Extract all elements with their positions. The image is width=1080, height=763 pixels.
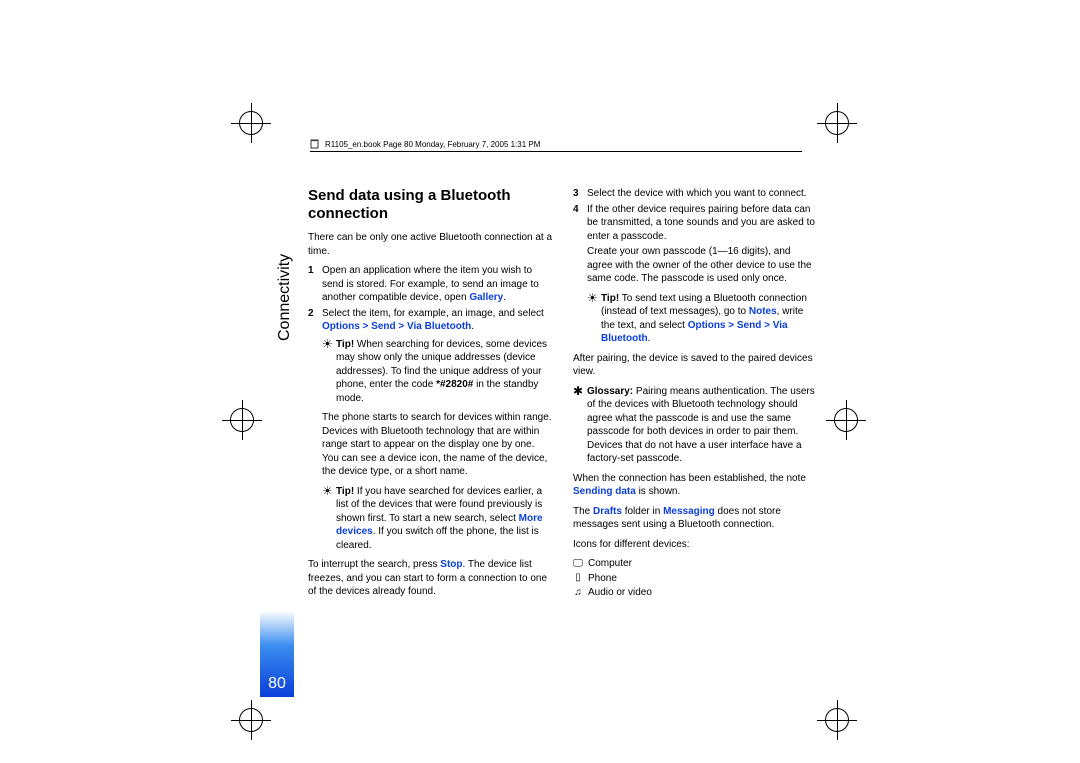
drafts-link: Drafts (593, 506, 622, 517)
glossary: ✱ Glossary: Pairing means authentication… (573, 385, 818, 466)
step-text: Select the item, for example, an image, … (322, 307, 553, 334)
step-text: Select the device with which you want to… (587, 187, 818, 201)
connection-note: When the connection has been established… (573, 472, 818, 499)
step-text: Open an application where the item you w… (322, 264, 553, 305)
icon-audio-video: ♫ Audio or video (573, 586, 818, 600)
registration-mark-icon (834, 408, 858, 432)
sidebar: Connectivity 80 (260, 181, 294, 701)
options-link: Options > Send > Via Bluetooth (322, 321, 471, 332)
registration-mark-icon (825, 708, 849, 732)
icons-title: Icons for different devices: (573, 538, 818, 552)
search-paragraph: The phone starts to search for devices w… (322, 411, 553, 479)
step-2: 2 Select the item, for example, an image… (308, 307, 553, 334)
tip-icon: ☀ (322, 485, 336, 553)
step-1: 1 Open an application where the item you… (308, 264, 553, 305)
page-frame: R1105_en.book Page 80 Monday, February 7… (260, 131, 832, 706)
intro-text: There can be only one active Bluetooth c… (308, 231, 553, 258)
step-3: 3 Select the device with which you want … (573, 187, 818, 201)
tip-3: ☀ Tip! To send text using a Bluetooth co… (587, 292, 818, 346)
icon-computer: 🖵 Computer (573, 557, 818, 571)
gallery-link: Gallery (469, 292, 503, 303)
tip-icon: ☀ (322, 338, 336, 406)
icon-phone: ▯ Phone (573, 572, 818, 586)
registration-mark-icon (239, 708, 263, 732)
page-number-badge: 80 (260, 611, 294, 697)
step-number: 3 (573, 187, 587, 201)
after-pairing: After pairing, the device is saved to th… (573, 352, 818, 379)
sending-data-text: Sending data (573, 486, 636, 497)
page-number: 80 (268, 675, 286, 693)
book-icon (310, 139, 320, 149)
step-number: 1 (308, 264, 322, 305)
phone-icon: ▯ (573, 573, 583, 583)
stop-paragraph: To interrupt the search, press Stop. The… (308, 558, 553, 599)
notes-link: Notes (749, 306, 777, 317)
step-number: 4 (573, 203, 587, 244)
drafts-note: The Drafts folder in Messaging does not … (573, 505, 818, 532)
content: Send data using a Bluetooth connection T… (308, 187, 818, 603)
step-4: 4 If the other device requires pairing b… (573, 203, 818, 244)
tip-icon: ☀ (587, 292, 601, 346)
section-label: Connectivity (276, 254, 294, 341)
section-title: Send data using a Bluetooth connection (308, 187, 553, 223)
step-number: 2 (308, 307, 322, 334)
messaging-link: Messaging (663, 506, 715, 517)
glossary-icon: ✱ (573, 385, 587, 466)
stop-link: Stop (440, 559, 462, 570)
registration-mark-icon (230, 408, 254, 432)
step-4b: Create your own passcode (1—16 digits), … (587, 245, 818, 286)
computer-icon: 🖵 (573, 559, 583, 569)
header-text: R1105_en.book Page 80 Monday, February 7… (325, 140, 540, 149)
tip-2: ☀ Tip! If you have searched for devices … (322, 485, 553, 553)
page-header: R1105_en.book Page 80 Monday, February 7… (310, 139, 802, 152)
tip-1: ☀ Tip! When searching for devices, some … (322, 338, 553, 406)
step-text: If the other device requires pairing bef… (587, 203, 818, 244)
audio-video-icon: ♫ (573, 588, 583, 598)
